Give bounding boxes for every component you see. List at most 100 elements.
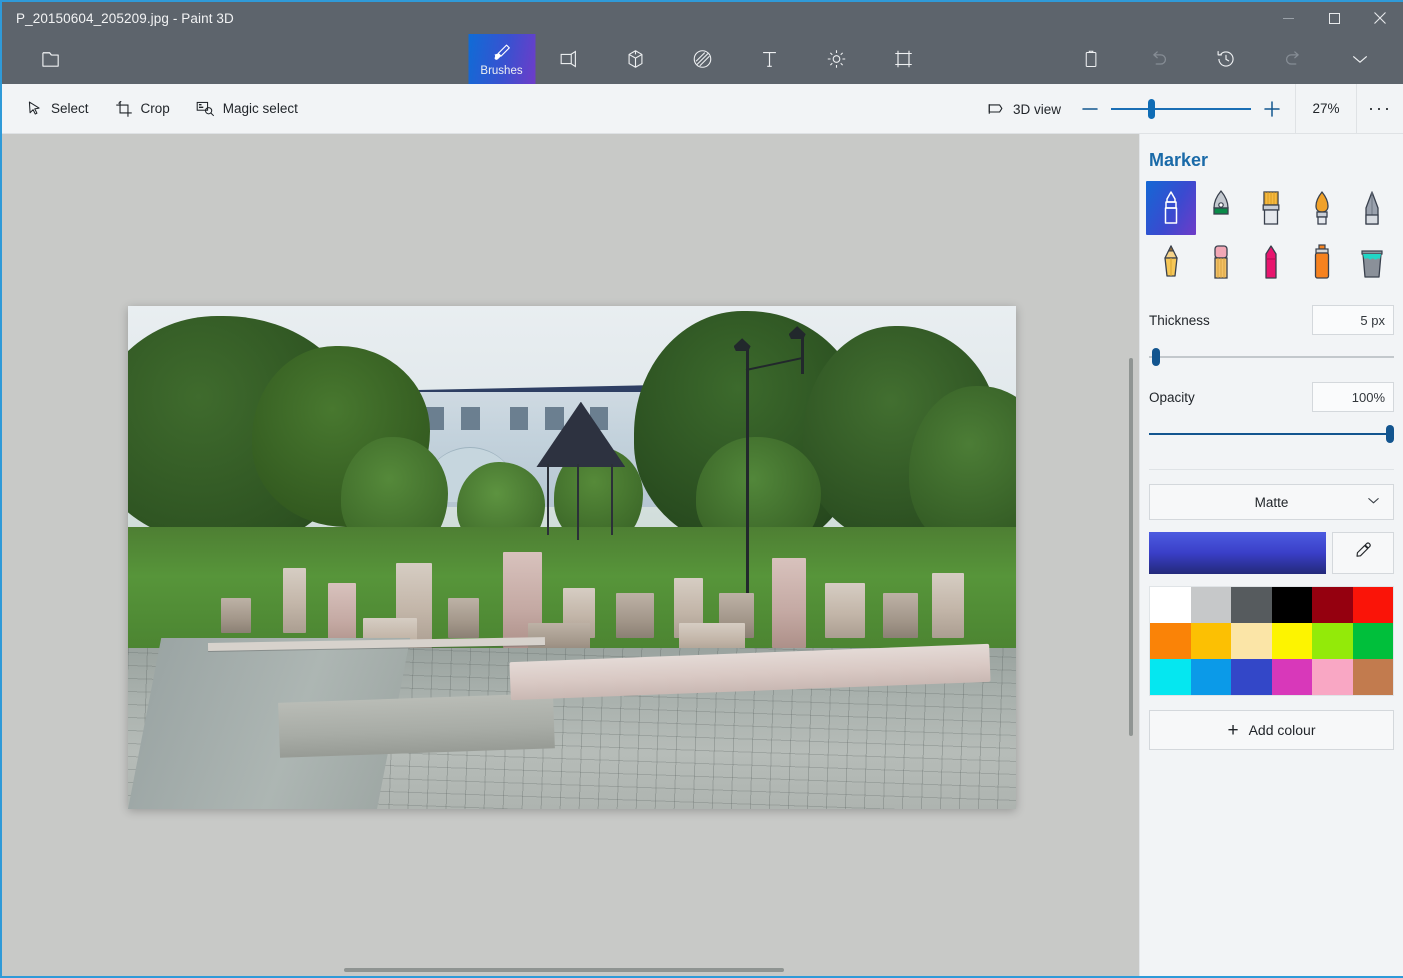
opacity-slider[interactable] <box>1149 425 1394 443</box>
ribbon-toolbar: Brushes <box>2 34 1403 84</box>
magic-select-button[interactable]: Magic select <box>184 84 310 134</box>
maximize-button[interactable] <box>1311 2 1357 34</box>
canvas-area[interactable] <box>2 134 1139 976</box>
color-swatch[interactable] <box>1312 623 1353 659</box>
minimize-button[interactable] <box>1265 2 1311 34</box>
color-swatch[interactable] <box>1231 623 1272 659</box>
color-swatch[interactable] <box>1312 587 1353 623</box>
zoom-slider-thumb[interactable] <box>1148 98 1156 119</box>
magic-select-icon <box>196 100 215 118</box>
thickness-slider[interactable] <box>1149 348 1394 366</box>
brush-oil-brush[interactable] <box>1246 181 1296 235</box>
color-swatch-grid <box>1149 586 1394 696</box>
color-swatch[interactable] <box>1271 587 1312 623</box>
color-swatch[interactable] <box>1271 659 1312 695</box>
crop-icon <box>115 100 133 118</box>
opacity-value[interactable]: 100% <box>1312 382 1394 412</box>
eyedropper-button[interactable] <box>1332 532 1394 574</box>
add-colour-button[interactable]: + Add colour <box>1149 710 1394 750</box>
brush-marker[interactable] <box>1146 181 1197 235</box>
horizontal-scrollbar[interactable] <box>344 968 784 972</box>
color-swatch[interactable] <box>1352 659 1393 695</box>
color-swatch[interactable] <box>1352 623 1393 659</box>
tab-2d-shapes[interactable] <box>535 34 602 84</box>
3d-view-icon <box>987 101 1005 117</box>
color-swatch[interactable] <box>1231 659 1272 695</box>
eyedropper-icon <box>1354 541 1373 565</box>
opacity-slider-thumb[interactable] <box>1386 425 1394 443</box>
brush-watercolor-brush[interactable] <box>1297 181 1347 235</box>
3d-view-button-label: 3D view <box>1012 101 1061 117</box>
thickness-value[interactable]: 5 px <box>1312 305 1394 335</box>
brush-eraser[interactable] <box>1196 235 1246 289</box>
chevron-down-icon[interactable] <box>1326 34 1393 84</box>
gazebo-leg <box>611 464 614 535</box>
lamp-post <box>801 333 805 374</box>
color-swatch[interactable] <box>1150 587 1191 623</box>
current-color-row <box>1149 532 1394 574</box>
stone-monument <box>221 597 252 633</box>
tab-brushes[interactable]: Brushes <box>468 34 535 84</box>
brush-pencil[interactable] <box>1146 235 1196 289</box>
thickness-label: Thickness <box>1149 312 1210 328</box>
tab-brushes-label: Brushes <box>480 64 523 77</box>
zoom-out-button[interactable] <box>1073 84 1107 134</box>
history-icon[interactable] <box>1192 34 1259 84</box>
stone-monument <box>882 592 919 638</box>
cursor-icon <box>26 100 43 117</box>
3d-view-button[interactable]: 3D view <box>975 84 1073 134</box>
color-swatch[interactable] <box>1231 587 1272 623</box>
brush-grid <box>1140 181 1403 289</box>
brush-spray-can[interactable] <box>1297 235 1347 289</box>
redo-icon[interactable] <box>1259 34 1326 84</box>
color-swatch[interactable] <box>1190 659 1231 695</box>
brush-calligraphy-pen[interactable] <box>1196 181 1246 235</box>
color-swatch[interactable] <box>1190 587 1231 623</box>
tab-3d-shapes[interactable] <box>602 34 669 84</box>
close-button[interactable] <box>1357 2 1403 34</box>
brush-pixel-pen[interactable] <box>1347 181 1397 235</box>
opacity-row: Opacity 100% <box>1140 382 1403 412</box>
zoom-slider[interactable] <box>1111 84 1251 134</box>
crop-button[interactable]: Crop <box>103 84 182 134</box>
color-swatch[interactable] <box>1352 587 1393 623</box>
canvas-image[interactable] <box>128 306 1016 809</box>
color-swatch[interactable] <box>1312 659 1353 695</box>
thickness-slider-track <box>1149 356 1394 358</box>
horizontal-scrollbar-track[interactable] <box>2 964 1139 976</box>
clipboard-icon[interactable] <box>1058 34 1125 84</box>
undo-icon[interactable] <box>1125 34 1192 84</box>
zoom-slider-track <box>1111 107 1251 110</box>
plus-icon: + <box>1227 719 1239 741</box>
color-swatch[interactable] <box>1271 623 1312 659</box>
stone-monument <box>825 582 866 638</box>
color-swatch[interactable] <box>1150 659 1191 695</box>
lamp-post <box>746 346 750 598</box>
current-color-swatch[interactable] <box>1149 532 1326 574</box>
zoom-level-value[interactable]: 27% <box>1295 84 1357 133</box>
stone-monument <box>931 572 964 638</box>
building-window <box>461 406 480 430</box>
ribbon-right-actions <box>1058 34 1403 84</box>
material-dropdown[interactable]: Matte <box>1149 484 1394 520</box>
tab-text[interactable] <box>736 34 803 84</box>
select-button-label: Select <box>51 101 89 116</box>
stone-monument <box>283 567 307 633</box>
tab-effects[interactable] <box>803 34 870 84</box>
zoom-controls <box>1073 84 1295 133</box>
menu-button[interactable] <box>18 34 85 84</box>
thickness-slider-thumb[interactable] <box>1152 348 1161 366</box>
vertical-scrollbar[interactable] <box>1129 358 1133 736</box>
more-options-button[interactable]: ··· <box>1357 84 1403 133</box>
color-swatch[interactable] <box>1150 623 1191 659</box>
brush-crayon[interactable] <box>1246 235 1296 289</box>
brush-fill-bucket[interactable] <box>1347 235 1397 289</box>
color-swatch[interactable] <box>1190 623 1231 659</box>
zoom-in-button[interactable] <box>1255 84 1289 134</box>
select-button[interactable]: Select <box>14 84 101 134</box>
magic-select-button-label: Magic select <box>222 101 298 116</box>
gazebo-leg <box>577 464 580 540</box>
tab-canvas[interactable] <box>870 34 937 84</box>
paint3d-window: P_20150604_205209.jpg - Paint 3D Brushes… <box>0 0 1403 978</box>
tab-stickers[interactable] <box>669 34 736 84</box>
